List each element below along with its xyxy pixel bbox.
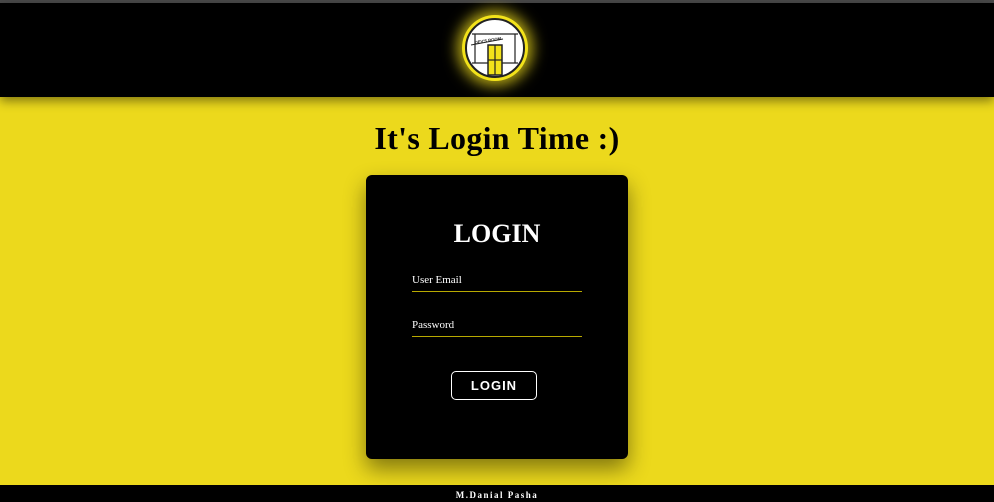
login-card: LOGIN LOGIN	[366, 175, 628, 459]
login-button[interactable]: LOGIN	[451, 371, 537, 400]
site-footer: M.Danial Pasha	[0, 485, 994, 502]
footer-credit: M.Danial Pasha	[455, 490, 539, 500]
password-field	[412, 313, 582, 337]
site-header: DEV'S ROOM	[0, 3, 994, 97]
password-input[interactable]	[412, 313, 582, 336]
login-card-title: LOGIN	[453, 219, 541, 248]
page-title: It's Login Time :)	[374, 120, 620, 156]
email-field	[412, 268, 582, 292]
room-logo-icon: DEV'S ROOM	[465, 18, 525, 78]
email-input[interactable]	[412, 268, 582, 291]
site-logo[interactable]: DEV'S ROOM	[462, 15, 528, 81]
